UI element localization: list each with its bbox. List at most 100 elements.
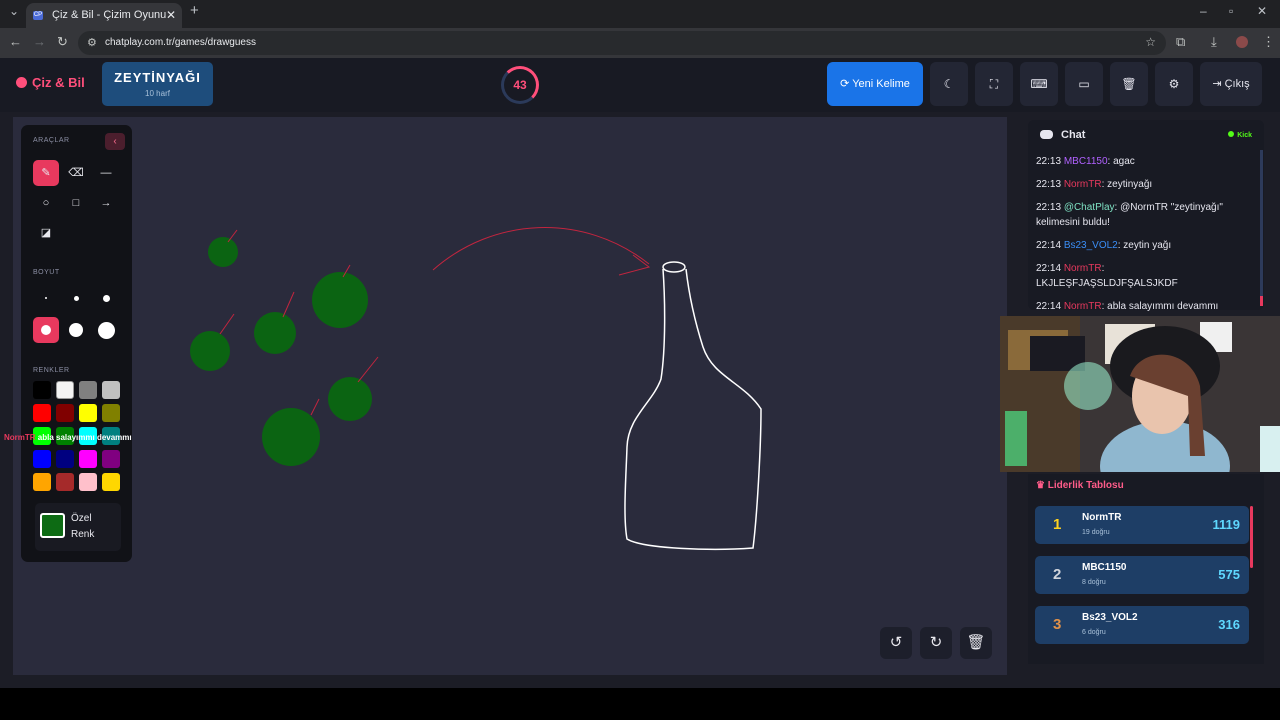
size-xs[interactable] bbox=[33, 285, 59, 311]
chat-bubble-icon bbox=[1040, 130, 1053, 139]
keyboard-icon: ⌨ bbox=[1030, 77, 1048, 91]
olive-fruits bbox=[190, 237, 372, 466]
color-swatch[interactable] bbox=[102, 450, 120, 468]
paint-bucket-icon: ◪ bbox=[40, 227, 52, 239]
bottom-bar bbox=[0, 688, 1280, 720]
forward-icon[interactable]: → bbox=[33, 34, 46, 49]
custom-color-label-2: Renk bbox=[71, 529, 95, 540]
color-swatch[interactable] bbox=[102, 473, 120, 491]
leaderboard-panel: ♛ Liderlik Tablosu 1 NormTR 19 doğru 1119 2 M… bbox=[1028, 474, 1264, 664]
chat-panel: Chat Kick 22:13 MBC1150: agac 22:13 NormT… bbox=[1028, 120, 1264, 312]
new-word-button[interactable]: ⟳ Yeni Kelime bbox=[827, 62, 923, 106]
message-user[interactable]: Bs23_VOL2 bbox=[1064, 240, 1118, 251]
leaderboard-scrollbar[interactable] bbox=[1250, 506, 1253, 568]
collapse-panel-button[interactable]: ‹ bbox=[105, 133, 125, 150]
download-icon[interactable]: ⤓ bbox=[1211, 34, 1217, 50]
circle-tool[interactable]: ○ bbox=[33, 190, 59, 216]
chat-header: Chat bbox=[1040, 129, 1085, 141]
size-m[interactable] bbox=[93, 285, 119, 311]
brand[interactable]: Çiz & Bil bbox=[16, 75, 85, 90]
undo-button[interactable]: ↺ bbox=[880, 627, 912, 659]
color-swatch[interactable] bbox=[56, 473, 74, 491]
color-swatch[interactable] bbox=[56, 381, 74, 399]
color-swatch[interactable] bbox=[79, 450, 97, 468]
color-swatch[interactable] bbox=[79, 404, 97, 422]
message-user[interactable]: NormTR bbox=[1064, 263, 1102, 274]
menu-icon[interactable]: ⋮ bbox=[1262, 34, 1275, 50]
address-bar[interactable]: ⚙ chatplay.com.tr/games/drawguess ☆ bbox=[78, 31, 1166, 55]
profile-avatar[interactable] bbox=[1236, 36, 1248, 48]
redo-button[interactable]: ↻ bbox=[920, 627, 952, 659]
color-swatch[interactable] bbox=[102, 404, 120, 422]
color-swatch[interactable] bbox=[102, 381, 120, 399]
color-swatch[interactable] bbox=[33, 381, 51, 399]
message-user[interactable]: NormTR bbox=[1064, 301, 1102, 312]
canvas-drawing bbox=[190, 227, 762, 551]
keyboard-button[interactable]: ⌨ bbox=[1020, 62, 1058, 106]
settings-button[interactable]: ⚙ bbox=[1155, 62, 1193, 106]
chat-scrollbar[interactable] bbox=[1260, 150, 1263, 306]
custom-color-preview bbox=[40, 513, 65, 538]
close-tab-icon[interactable]: ✕ bbox=[166, 3, 176, 28]
correct-count: 6 doğru bbox=[1082, 629, 1106, 636]
platform-badge: Kick bbox=[1228, 131, 1252, 139]
size-s[interactable] bbox=[63, 285, 89, 311]
line-tool[interactable]: — bbox=[93, 160, 119, 186]
color-swatch[interactable] bbox=[33, 450, 51, 468]
bookmark-star-icon[interactable]: ☆ bbox=[1145, 35, 1156, 49]
site-info-icon[interactable]: ⚙ bbox=[87, 36, 97, 49]
chat-messages: 22:13 MBC1150: agac 22:13 NormTR: zeytiny… bbox=[1036, 154, 1248, 322]
color-swatch[interactable] bbox=[79, 381, 97, 399]
browser-tab[interactable]: CP Çiz & Bil - Çizim Oyunu ✕ bbox=[26, 3, 182, 28]
clear-canvas-button[interactable]: 🗑 bbox=[960, 627, 992, 659]
custom-color-button[interactable]: Özel Renk bbox=[35, 503, 121, 551]
restore-icon[interactable]: ▫ bbox=[1229, 4, 1233, 18]
exit-button[interactable]: ⇥ Çıkış bbox=[1200, 62, 1262, 106]
message-user[interactable]: MBC1150 bbox=[1064, 156, 1108, 167]
minimize-icon[interactable]: – bbox=[1200, 4, 1207, 18]
correct-count: 19 doğru bbox=[1082, 529, 1110, 536]
browser-tabstrip: ⌄ CP Çiz & Bil - Çizim Oyunu ✕ + – ▫ ✕ bbox=[0, 0, 1280, 28]
tab-search-icon[interactable]: ⌄ bbox=[9, 4, 19, 18]
size-xl[interactable] bbox=[63, 317, 89, 343]
eraser-tool[interactable]: ⌫ bbox=[63, 160, 89, 186]
brush-tool[interactable]: ✎ bbox=[33, 160, 59, 186]
size-l[interactable] bbox=[33, 317, 59, 343]
chat-message: 22:14 NormTR: LKJLEŞFJAŞSLDJFŞALSJKDF bbox=[1036, 261, 1248, 291]
message-time: 22:14 bbox=[1036, 263, 1062, 274]
secret-word: ZEYTİNYAĞI bbox=[114, 70, 201, 85]
chat-scroll-thumb[interactable] bbox=[1260, 296, 1263, 306]
back-icon[interactable]: ← bbox=[9, 34, 22, 49]
custom-color-label-1: Özel bbox=[71, 513, 92, 524]
size-xxl[interactable] bbox=[93, 317, 119, 343]
message-user[interactable]: NormTR bbox=[1064, 179, 1102, 190]
new-tab-icon[interactable]: + bbox=[190, 2, 199, 19]
reload-icon[interactable]: ↻ bbox=[57, 34, 68, 50]
color-swatch[interactable] bbox=[33, 473, 51, 491]
message-user[interactable]: @ChatPlay bbox=[1064, 202, 1115, 213]
extensions-icon[interactable]: ⧉ bbox=[1176, 34, 1185, 50]
message-time: 22:13 bbox=[1036, 179, 1062, 190]
fullscreen-button[interactable]: ⛶ bbox=[975, 62, 1013, 106]
custom-color-label: Özel Renk bbox=[71, 511, 94, 543]
archive-button[interactable]: ▭ bbox=[1065, 62, 1103, 106]
size-section-title: BOYUT bbox=[33, 269, 60, 276]
window-close-icon[interactable]: ✕ bbox=[1257, 4, 1267, 18]
dark-mode-button[interactable]: ☾ bbox=[930, 62, 968, 106]
delete-button[interactable]: 🗑 bbox=[1110, 62, 1148, 106]
fill-tool[interactable]: ◪ bbox=[33, 220, 59, 246]
rectangle-tool[interactable]: □ bbox=[63, 190, 89, 216]
chevron-left-icon: ‹ bbox=[113, 136, 117, 147]
color-swatch[interactable] bbox=[56, 404, 74, 422]
tools-panel: ARAÇLAR ‹ ✎ ⌫ — ○ □ → ◪ BOYUT RENKLER Öz… bbox=[21, 125, 132, 562]
size-dot bbox=[69, 323, 83, 337]
color-swatch[interactable] bbox=[79, 473, 97, 491]
rank-number: 3 bbox=[1053, 616, 1062, 633]
player-score: 1119 bbox=[1212, 517, 1241, 532]
color-swatch[interactable] bbox=[33, 404, 51, 422]
arrow-tool[interactable]: → bbox=[93, 190, 119, 216]
color-swatch[interactable] bbox=[56, 450, 74, 468]
fullscreen-icon: ⛶ bbox=[989, 77, 999, 91]
toast-text: abla salayımmı devammı bbox=[37, 433, 132, 442]
gear-icon: ⚙ bbox=[1168, 77, 1180, 91]
